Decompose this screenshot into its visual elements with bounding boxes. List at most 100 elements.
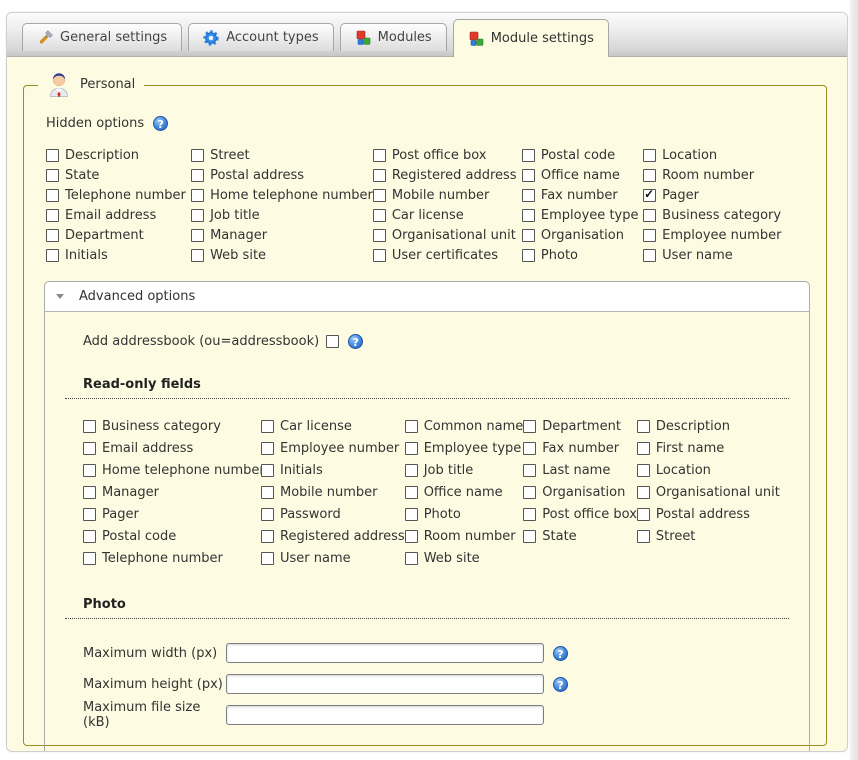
checkbox-option[interactable]: Pager [643, 185, 826, 205]
checkbox-option[interactable]: User certificates [373, 245, 522, 265]
checkbox[interactable] [46, 189, 59, 202]
checkbox[interactable] [373, 189, 386, 202]
checkbox-option[interactable]: Employee type [405, 437, 524, 459]
checkbox-option[interactable]: Postal address [191, 165, 373, 185]
checkbox-option[interactable]: Postal code [83, 525, 261, 547]
checkbox[interactable] [405, 530, 418, 543]
checkbox-option[interactable]: State [523, 525, 637, 547]
checkbox-option[interactable]: Password [261, 503, 405, 525]
checkbox[interactable] [191, 229, 204, 242]
checkbox[interactable] [637, 486, 650, 499]
checkbox-option[interactable]: Description [637, 415, 789, 437]
checkbox-option[interactable]: Fax number [523, 437, 637, 459]
checkbox-option[interactable]: Car license [373, 205, 522, 225]
checkbox-option[interactable]: Registered address [373, 165, 522, 185]
checkbox-option[interactable]: Photo [522, 245, 643, 265]
checkbox[interactable] [637, 420, 650, 433]
checkbox[interactable] [643, 149, 656, 162]
checkbox[interactable] [83, 442, 96, 455]
checkbox-option[interactable]: Job title [405, 459, 524, 481]
checkbox[interactable] [261, 530, 274, 543]
checkbox-option[interactable]: Photo [405, 503, 524, 525]
checkbox-option[interactable]: Car license [261, 415, 405, 437]
checkbox-option[interactable]: Employee number [261, 437, 405, 459]
checkbox-option[interactable]: Telephone number [83, 547, 261, 569]
checkbox[interactable] [643, 169, 656, 182]
advanced-options-header[interactable]: Advanced options [45, 282, 809, 312]
checkbox-option[interactable]: Location [637, 459, 789, 481]
checkbox[interactable] [46, 209, 59, 222]
checkbox[interactable] [191, 189, 204, 202]
checkbox[interactable] [522, 229, 535, 242]
tab-general-settings[interactable]: General settings [22, 23, 182, 51]
checkbox[interactable] [523, 464, 536, 477]
text-input[interactable] [226, 674, 544, 694]
checkbox-option[interactable]: Last name [523, 459, 637, 481]
checkbox-option[interactable]: Employee type [522, 205, 643, 225]
checkbox[interactable] [522, 189, 535, 202]
checkbox-option[interactable]: Manager [191, 225, 373, 245]
checkbox[interactable] [637, 442, 650, 455]
checkbox[interactable] [261, 420, 274, 433]
help-icon[interactable]: ? [348, 334, 363, 349]
checkbox[interactable] [643, 229, 656, 242]
checkbox[interactable] [523, 508, 536, 521]
checkbox-option[interactable]: First name [637, 437, 789, 459]
checkbox-option[interactable]: Department [46, 225, 191, 245]
checkbox[interactable] [261, 486, 274, 499]
checkbox-option[interactable]: Post office box [373, 145, 522, 165]
checkbox-option[interactable]: Room number [405, 525, 524, 547]
checkbox-option[interactable]: Fax number [522, 185, 643, 205]
checkbox[interactable] [637, 530, 650, 543]
checkbox-option[interactable]: Web site [191, 245, 373, 265]
checkbox[interactable] [191, 249, 204, 262]
checkbox-option[interactable]: Home telephone number [83, 459, 261, 481]
help-icon[interactable]: ? [553, 677, 568, 692]
checkbox[interactable] [405, 486, 418, 499]
checkbox-option[interactable]: Office name [522, 165, 643, 185]
checkbox[interactable] [373, 229, 386, 242]
checkbox-option[interactable]: Department [523, 415, 637, 437]
checkbox-option[interactable]: Telephone number [46, 185, 191, 205]
checkbox-option[interactable]: Initials [46, 245, 191, 265]
checkbox[interactable] [405, 552, 418, 565]
tab-account-types[interactable]: Account types [188, 23, 333, 51]
checkbox[interactable] [405, 464, 418, 477]
checkbox[interactable] [523, 530, 536, 543]
checkbox[interactable] [643, 209, 656, 222]
checkbox-option[interactable]: Room number [643, 165, 826, 185]
checkbox[interactable] [637, 464, 650, 477]
checkbox[interactable] [405, 420, 418, 433]
checkbox-option[interactable]: User name [261, 547, 405, 569]
checkbox[interactable] [191, 209, 204, 222]
text-input[interactable] [226, 643, 544, 663]
checkbox-option[interactable]: Common name [405, 415, 524, 437]
checkbox-option[interactable]: Initials [261, 459, 405, 481]
checkbox-option[interactable]: Registered address [261, 525, 405, 547]
checkbox[interactable] [83, 464, 96, 477]
checkbox[interactable] [405, 508, 418, 521]
checkbox[interactable] [523, 420, 536, 433]
checkbox[interactable] [522, 249, 535, 262]
checkbox[interactable] [522, 149, 535, 162]
checkbox-option[interactable]: Organisational unit [373, 225, 522, 245]
checkbox-option[interactable]: Post office box [523, 503, 637, 525]
checkbox[interactable] [261, 552, 274, 565]
checkbox[interactable] [83, 530, 96, 543]
checkbox-option[interactable]: Organisation [523, 481, 637, 503]
checkbox[interactable] [83, 508, 96, 521]
checkbox[interactable] [261, 464, 274, 477]
checkbox[interactable] [405, 442, 418, 455]
checkbox[interactable] [46, 229, 59, 242]
checkbox[interactable] [83, 486, 96, 499]
checkbox-option[interactable]: Location [643, 145, 826, 165]
checkbox-option[interactable]: Employee number [643, 225, 826, 245]
checkbox[interactable] [373, 169, 386, 182]
checkbox-option[interactable]: Email address [83, 437, 261, 459]
checkbox[interactable] [46, 249, 59, 262]
checkbox[interactable] [373, 209, 386, 222]
checkbox-option[interactable]: Office name [405, 481, 524, 503]
checkbox-option[interactable]: Pager [83, 503, 261, 525]
checkbox[interactable] [522, 169, 535, 182]
checkbox[interactable] [261, 508, 274, 521]
